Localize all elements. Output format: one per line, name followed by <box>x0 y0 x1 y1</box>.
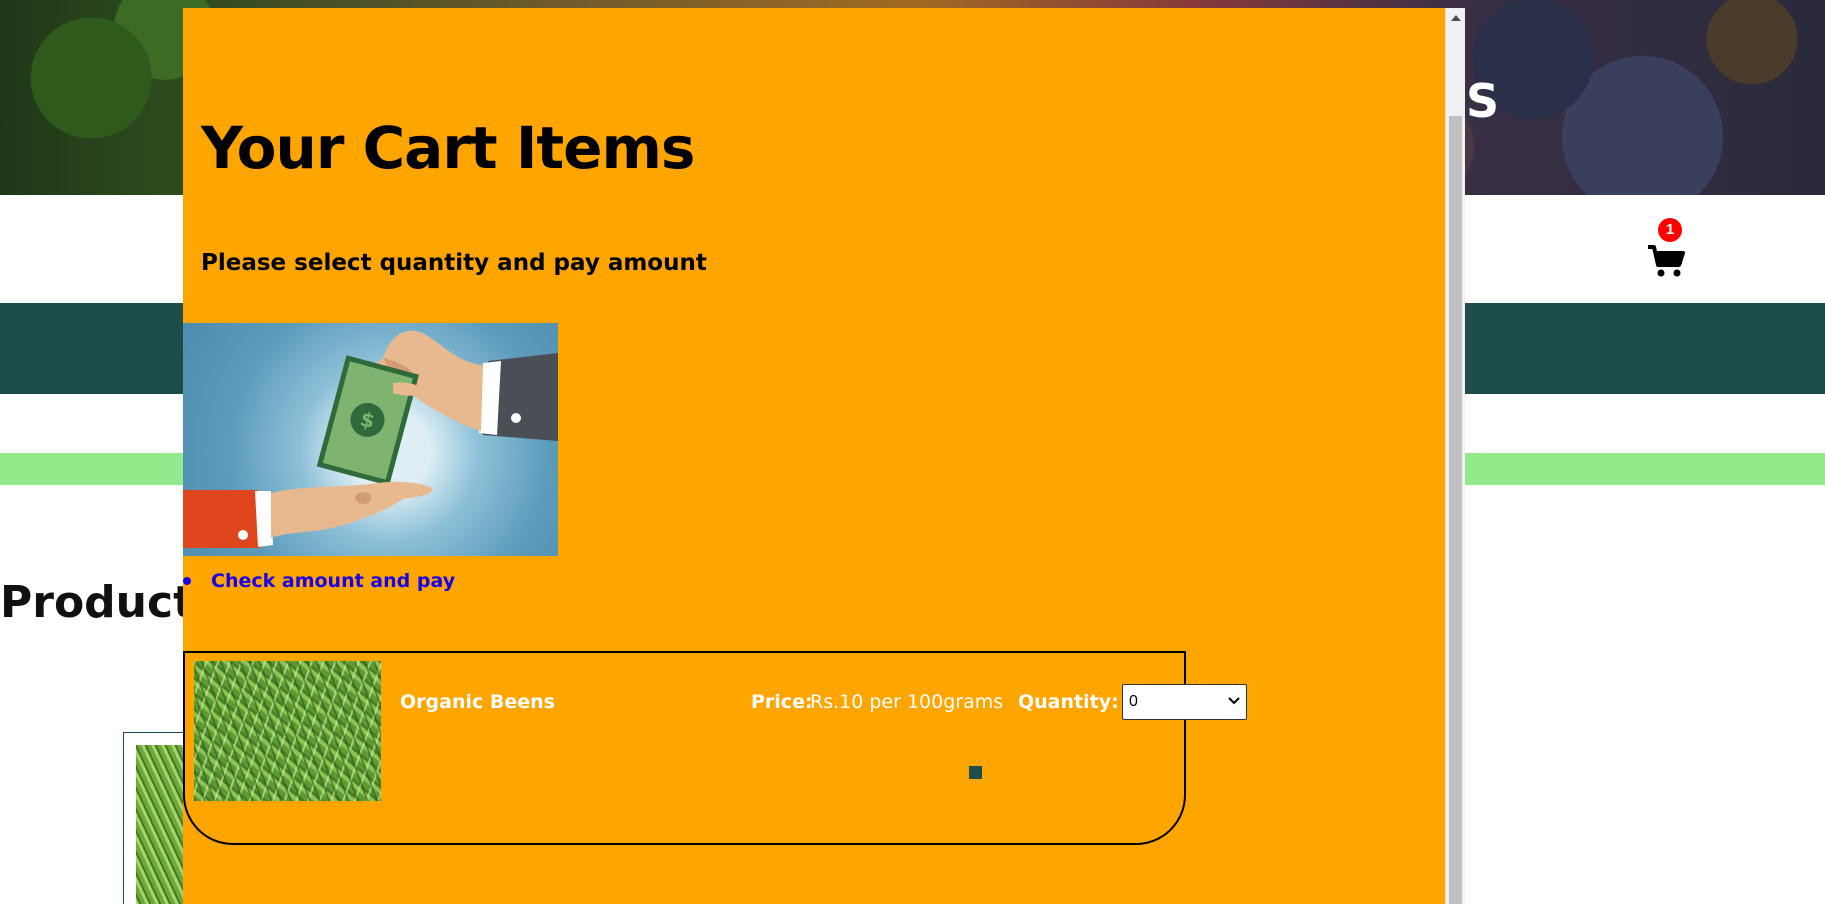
shopping-cart-icon <box>1648 245 1685 277</box>
pay-button[interactable] <box>969 766 982 779</box>
product-name: Organic Beens <box>400 691 555 713</box>
hero-title-fragment: S <box>1466 74 1501 128</box>
price-label: Price: <box>751 691 813 713</box>
quantity-label: Quantity: <box>1018 691 1119 713</box>
check-amount-label[interactable]: Check amount and pay <box>211 570 455 592</box>
scroll-thumb[interactable] <box>1449 116 1462 904</box>
money-handover-illustration: $ <box>183 323 558 556</box>
quantity-selected-value: 0 <box>1129 693 1138 710</box>
product-image <box>194 661 381 801</box>
cart-subtitle: Please select quantity and pay amount <box>201 250 707 276</box>
modal-scrollbar[interactable] <box>1445 8 1465 904</box>
cart-item-row: Organic Beens Price: Rs.10 per 100grams … <box>183 651 1247 845</box>
quantity-select[interactable]: 0 <box>1122 684 1247 720</box>
products-heading: Product <box>0 577 195 628</box>
list-bullet <box>183 577 191 585</box>
price-value: Rs.10 per 100grams <box>810 691 1004 713</box>
chevron-down-icon <box>1228 697 1240 705</box>
cart-button[interactable]: 1 <box>1646 218 1688 284</box>
check-amount-link[interactable]: Check amount and pay <box>183 570 455 592</box>
cart-count-badge: 1 <box>1658 218 1682 242</box>
cart-title: Your Cart Items <box>201 114 695 182</box>
scroll-up-arrow-icon[interactable] <box>1446 8 1465 28</box>
